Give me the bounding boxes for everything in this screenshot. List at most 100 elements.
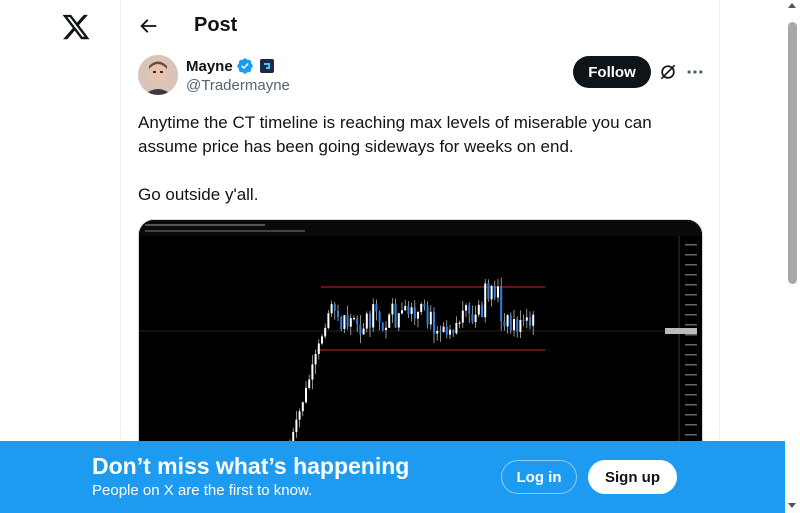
candle-body xyxy=(433,311,435,334)
scroll-up-arrow-icon[interactable] xyxy=(788,3,796,8)
price-axis-tick xyxy=(685,324,697,326)
candle-body xyxy=(481,304,483,318)
price-axis-tick xyxy=(685,244,697,246)
candle-body xyxy=(522,320,525,322)
candle-body xyxy=(497,286,499,298)
candle-body xyxy=(295,419,298,432)
candle-body xyxy=(410,307,413,314)
candle-body xyxy=(461,310,464,323)
candle-body xyxy=(349,318,352,327)
price-axis-tick xyxy=(685,294,697,296)
candle-body xyxy=(516,319,519,332)
more-horizontal-icon[interactable] xyxy=(685,62,705,82)
candle-body xyxy=(493,286,496,298)
left-rail xyxy=(0,0,120,513)
candle-body xyxy=(423,304,426,307)
candle-body xyxy=(452,329,455,334)
candle-body xyxy=(519,320,522,332)
post-header: Post xyxy=(121,0,719,53)
candle-body xyxy=(388,314,391,328)
candle-body xyxy=(343,315,346,329)
candle-body xyxy=(375,304,378,312)
price-axis-tick xyxy=(685,284,697,286)
candle-body xyxy=(532,314,535,326)
candle-body xyxy=(420,304,423,312)
candle-body xyxy=(436,330,439,334)
x-logo-icon[interactable] xyxy=(61,12,91,42)
banner-subtext: People on X are the first to know. xyxy=(92,482,313,499)
candle-body xyxy=(439,330,442,333)
candle-body xyxy=(474,314,477,323)
candlestick-chart-image xyxy=(139,220,702,458)
scroll-thumb[interactable] xyxy=(788,22,797,284)
candle-body xyxy=(330,304,333,314)
tweet-text: Anytime the CT timeline is reaching max … xyxy=(138,111,698,207)
avatar-image xyxy=(138,55,178,95)
candle-body xyxy=(529,317,531,326)
candle-body xyxy=(442,326,445,332)
price-axis-tick xyxy=(685,424,697,426)
page-title: Post xyxy=(194,14,238,36)
candle-body xyxy=(468,305,471,314)
candle-body xyxy=(321,336,323,344)
tweet-line-1: Anytime the CT timeline is reaching max … xyxy=(138,113,652,156)
candle-body xyxy=(513,319,515,331)
candle-body xyxy=(471,313,474,323)
candle-body xyxy=(397,313,400,328)
grok-icon[interactable] xyxy=(658,62,678,82)
page-scrollbar[interactable] xyxy=(785,0,800,513)
candle-body xyxy=(308,379,311,388)
candle-body xyxy=(298,411,301,420)
candle-body xyxy=(346,315,349,327)
candle-body xyxy=(333,304,336,311)
candle-body xyxy=(413,307,416,319)
post-image[interactable] xyxy=(138,219,703,459)
candle-body xyxy=(305,387,307,403)
candle-body xyxy=(429,311,432,325)
price-axis-tick xyxy=(685,274,697,276)
candle-body xyxy=(327,313,330,328)
candle-body xyxy=(353,318,355,320)
candle-body xyxy=(356,318,359,325)
candle-body xyxy=(404,305,407,311)
verified-badge-icon xyxy=(237,58,253,74)
candle-body xyxy=(426,306,429,325)
affiliate-badge-icon[interactable] xyxy=(259,59,274,73)
signup-button[interactable]: Sign up xyxy=(588,460,677,494)
candle-body xyxy=(417,311,419,319)
candle-body xyxy=(509,315,512,331)
candle-body xyxy=(381,322,384,331)
candle-body xyxy=(449,329,451,335)
login-button[interactable]: Log in xyxy=(501,460,577,494)
candle-body xyxy=(500,286,503,322)
candle-body xyxy=(458,322,461,324)
candle-body xyxy=(394,303,397,328)
candle-body xyxy=(365,313,368,329)
arrow-left-icon[interactable] xyxy=(137,15,159,37)
candle-body xyxy=(362,328,365,335)
avatar[interactable] xyxy=(138,55,178,95)
price-axis-tick xyxy=(685,254,697,256)
price-axis-tick xyxy=(685,364,697,366)
candle-body xyxy=(317,343,320,354)
author-handle[interactable]: @Tradermayne xyxy=(186,77,290,94)
price-axis-tick xyxy=(685,334,697,336)
candle-body xyxy=(407,305,410,314)
price-axis-tick xyxy=(685,404,697,406)
price-axis-tick xyxy=(685,414,697,416)
tweet-line-2: Go outside y'all. xyxy=(138,185,259,204)
candle-body xyxy=(506,315,509,327)
author-name[interactable]: Mayne xyxy=(186,58,233,75)
scroll-down-arrow-icon[interactable] xyxy=(788,503,796,508)
banner-headline: Don’t miss what’s happening xyxy=(92,453,410,479)
candle-body xyxy=(369,313,371,328)
candle-body xyxy=(311,364,314,380)
candle-body xyxy=(385,327,387,331)
follow-button[interactable]: Follow xyxy=(573,56,651,88)
candle-body xyxy=(401,310,403,314)
candle-body xyxy=(378,311,381,323)
price-axis-tick xyxy=(685,354,697,356)
candle-body xyxy=(465,305,467,311)
price-axis-tick xyxy=(685,344,697,346)
main-column: Post Mayne @Tradermayne Follow Anytime t… xyxy=(120,0,720,513)
